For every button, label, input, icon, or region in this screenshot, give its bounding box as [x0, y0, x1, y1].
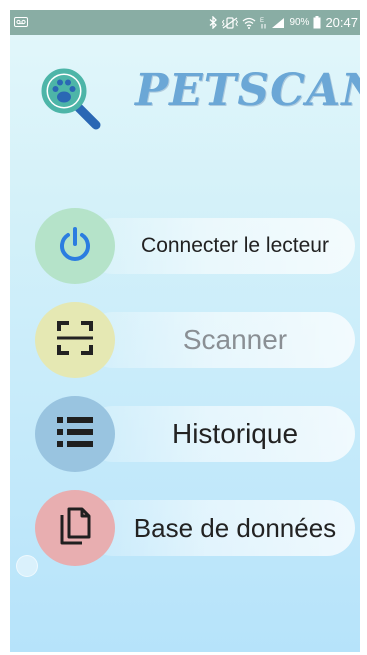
vibrate-icon [222, 16, 239, 29]
database-button[interactable]: Base de données [35, 490, 355, 566]
app-screen: E 90% 20:47 PETSCAN Connecter le lecteur… [10, 10, 360, 652]
bluetooth-icon [209, 16, 218, 29]
app-title: PETSCAN [135, 65, 360, 116]
scanner-button[interactable]: Scanner [35, 302, 355, 378]
scanner-pill[interactable]: Scanner [85, 312, 355, 368]
history-button[interactable]: Historique [35, 396, 355, 472]
signal-icon [271, 17, 285, 29]
wifi-icon [242, 17, 256, 29]
app-header: PETSCAN [10, 35, 360, 135]
database-circle[interactable] [35, 490, 115, 566]
copy-icon [58, 507, 92, 550]
floating-dot[interactable] [16, 555, 38, 577]
svg-text:E: E [260, 18, 264, 24]
connect-reader-circle[interactable] [35, 208, 115, 284]
scanner-circle[interactable] [35, 302, 115, 378]
data-icon: E [260, 16, 267, 29]
voicemail-icon [14, 16, 28, 30]
list-icon [57, 416, 93, 453]
connect-reader-button[interactable]: Connecter le lecteur [35, 208, 355, 284]
status-bar: E 90% 20:47 [10, 10, 360, 35]
database-pill[interactable]: Base de données [85, 500, 355, 556]
history-pill[interactable]: Historique [85, 406, 355, 462]
scan-frame-icon [56, 320, 94, 361]
history-circle[interactable] [35, 396, 115, 472]
connect-reader-pill[interactable]: Connecter le lecteur [85, 218, 355, 274]
connect-reader-label: Connecter le lecteur [141, 234, 329, 257]
battery-icon [313, 16, 321, 29]
power-icon [57, 226, 93, 267]
database-label: Base de données [133, 512, 337, 543]
history-label: Historique [171, 418, 299, 449]
battery-percent: 90% [289, 17, 310, 28]
status-time: 20:47 [325, 15, 358, 30]
scanner-label: Scanner [182, 324, 288, 355]
paw-magnifier-icon [40, 67, 110, 131]
